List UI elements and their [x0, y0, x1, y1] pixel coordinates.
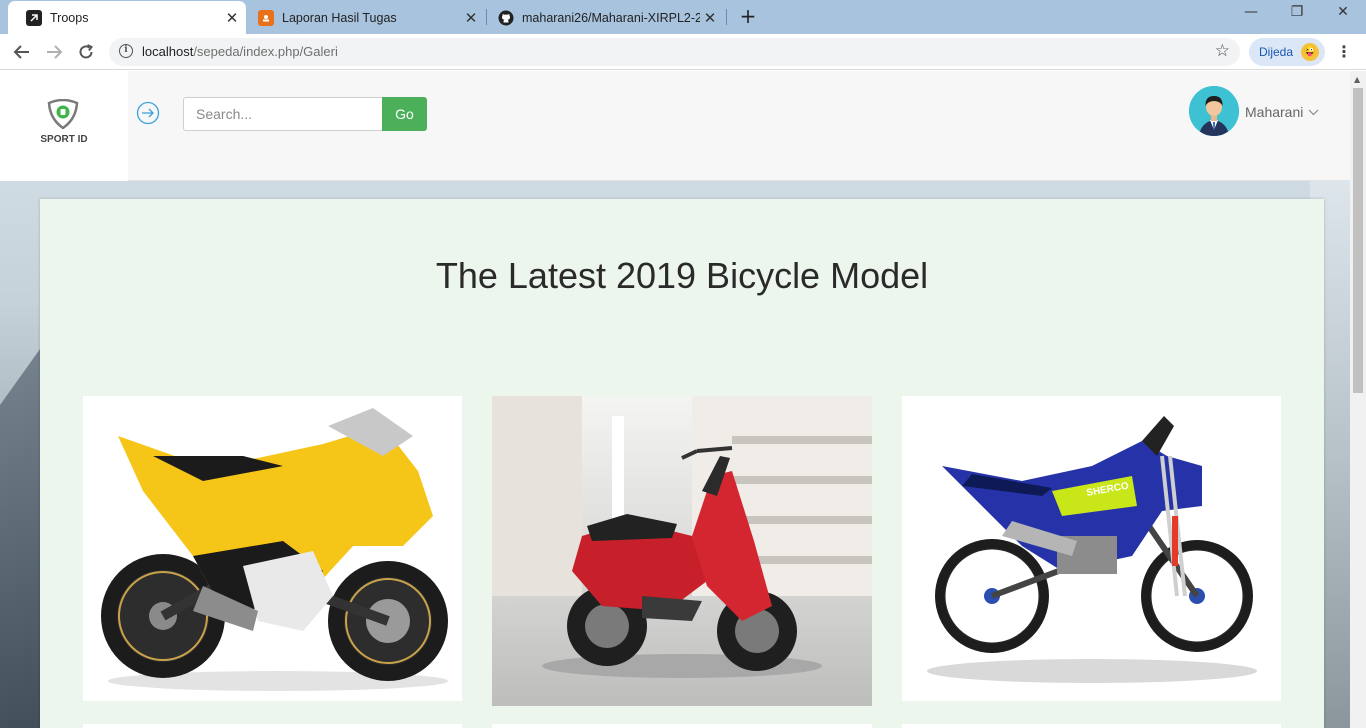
gallery-card[interactable] [83, 724, 462, 728]
close-tab-icon[interactable]: ✕ [700, 9, 720, 27]
profile-button[interactable]: Dijeda 😜 [1249, 38, 1325, 66]
tab-laporan[interactable]: Laporan Hasil Tugas ✕ [240, 1, 485, 34]
shield-logo-icon [47, 99, 79, 129]
chevron-down-icon[interactable] [1308, 106, 1319, 119]
tab-title: Laporan Hasil Tugas [282, 10, 397, 25]
gallery-card[interactable] [492, 396, 872, 706]
profile-label: Dijeda [1259, 45, 1294, 59]
profile-emoji-icon: 😜 [1301, 43, 1319, 61]
close-tab-icon[interactable]: ✕ [461, 9, 481, 27]
browser-toolbar: i localhost/sepeda/index.php/Galeri ☆ Di… [0, 34, 1366, 70]
user-avatar-icon [1189, 86, 1239, 136]
scrollbar-thumb[interactable] [1353, 88, 1363, 393]
tab-separator [726, 9, 727, 25]
minimize-icon[interactable]: — [1229, 4, 1273, 26]
gallery-card[interactable] [492, 724, 872, 728]
classroom-icon [258, 9, 274, 26]
github-icon [498, 10, 514, 26]
sidebar-toggle-icon[interactable] [136, 101, 160, 125]
gallery-card[interactable] [902, 724, 1281, 728]
search-input[interactable] [183, 97, 382, 131]
reload-icon[interactable] [74, 40, 98, 64]
site-info-icon[interactable]: i [119, 44, 133, 58]
restore-icon[interactable]: ❐ [1275, 4, 1319, 26]
browser-menu-icon[interactable]: ⋮ [1336, 42, 1352, 61]
tab-title: Troops [50, 10, 89, 25]
page-scrollbar[interactable]: ▲ [1350, 71, 1366, 728]
yellow-sport-motorcycle-image: YAMAHA [83, 396, 462, 701]
page-viewport: SPORT ID Go Maharani The Latest 2019 Bic… [0, 71, 1350, 728]
tab-strip: Troops ✕ Laporan Hasil Tugas ✕ maharani2… [0, 0, 1366, 34]
page-title: The Latest 2019 Bicycle Model [435, 255, 929, 296]
back-arrow-icon[interactable] [10, 40, 34, 64]
bookmark-star-icon[interactable]: ☆ [1215, 41, 1230, 61]
gallery-panel: The Latest 2019 Bicycle Model YAMAHA SHE… [40, 199, 1324, 728]
go-button[interactable]: Go [382, 97, 427, 131]
avatar[interactable] [1189, 86, 1239, 136]
blue-dirt-bike-image: SHERCO [902, 396, 1281, 701]
red-scooter-image [492, 396, 872, 706]
scroll-up-icon[interactable]: ▲ [1354, 75, 1360, 84]
app-header: SPORT ID Go Maharani [0, 71, 1350, 181]
troops-icon [26, 9, 42, 26]
logo[interactable]: SPORT ID [0, 71, 128, 181]
gallery-card[interactable]: YAMAHA [83, 396, 462, 701]
close-tab-icon[interactable]: ✕ [222, 9, 242, 27]
close-window-icon[interactable]: ✕ [1321, 4, 1365, 26]
gallery-card[interactable]: SHERCO [902, 396, 1281, 701]
tab-github[interactable]: maharani26/Maharani-XIRPL2-22 ✕ [480, 1, 724, 34]
user-name[interactable]: Maharani [1245, 104, 1303, 120]
logo-text: SPORT ID [40, 134, 88, 145]
forward-arrow-icon[interactable] [42, 40, 66, 64]
tab-title: maharani26/Maharani-XIRPL2-22 [522, 10, 700, 25]
url-text: localhost/sepeda/index.php/Galeri [142, 44, 338, 59]
new-tab-button[interactable]: + [737, 6, 759, 28]
address-bar[interactable]: i localhost/sepeda/index.php/Galeri ☆ [109, 38, 1240, 66]
tab-troops[interactable]: Troops ✕ [8, 1, 246, 34]
